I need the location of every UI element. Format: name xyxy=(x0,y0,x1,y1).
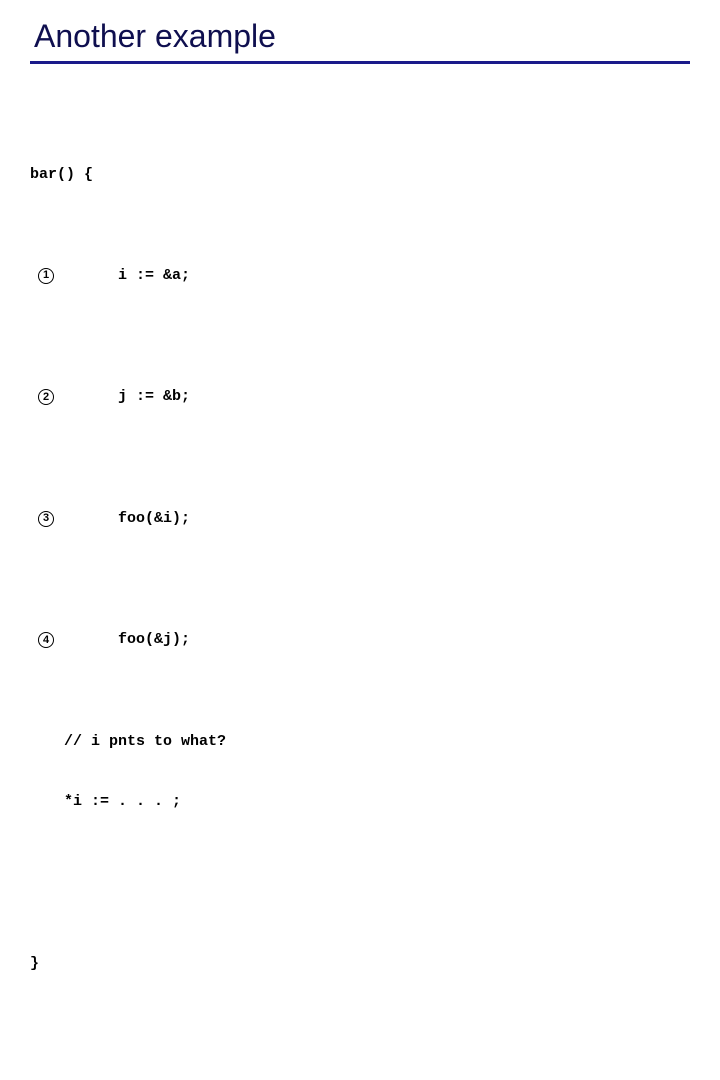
code-line: 1 i := &a; xyxy=(30,246,690,307)
code-line: 2 j := &b; xyxy=(30,367,690,428)
code-block: bar() { 1 i := &a; 2 j := &b; 3 foo(&i); 4 f… xyxy=(30,124,690,1080)
code-text: j := &b; xyxy=(118,388,190,405)
code-text: foo(&i); xyxy=(118,510,190,527)
step-marker-2: 2 xyxy=(38,389,54,405)
code-line: 4 foo(&j); xyxy=(30,610,690,671)
slide-title: Another example xyxy=(34,18,690,55)
slide: Another example bar() { 1 i := &a; 2 j := … xyxy=(0,0,720,540)
code-text: i := &a; xyxy=(118,267,190,284)
step-marker-4: 4 xyxy=(38,632,54,648)
step-marker-3: 3 xyxy=(38,511,54,527)
title-rule xyxy=(30,61,690,64)
code-line: 3 foo(&i); xyxy=(30,489,690,550)
code-line: bar() { xyxy=(30,165,690,185)
blank-line xyxy=(30,1035,690,1055)
blank-line xyxy=(30,873,690,893)
code-line: } xyxy=(30,954,690,974)
code-line: // i pnts to what? xyxy=(30,732,690,752)
code-line: *i := . . . ; xyxy=(30,792,690,812)
step-marker-1: 1 xyxy=(38,268,54,284)
code-text: foo(&j); xyxy=(118,631,190,648)
